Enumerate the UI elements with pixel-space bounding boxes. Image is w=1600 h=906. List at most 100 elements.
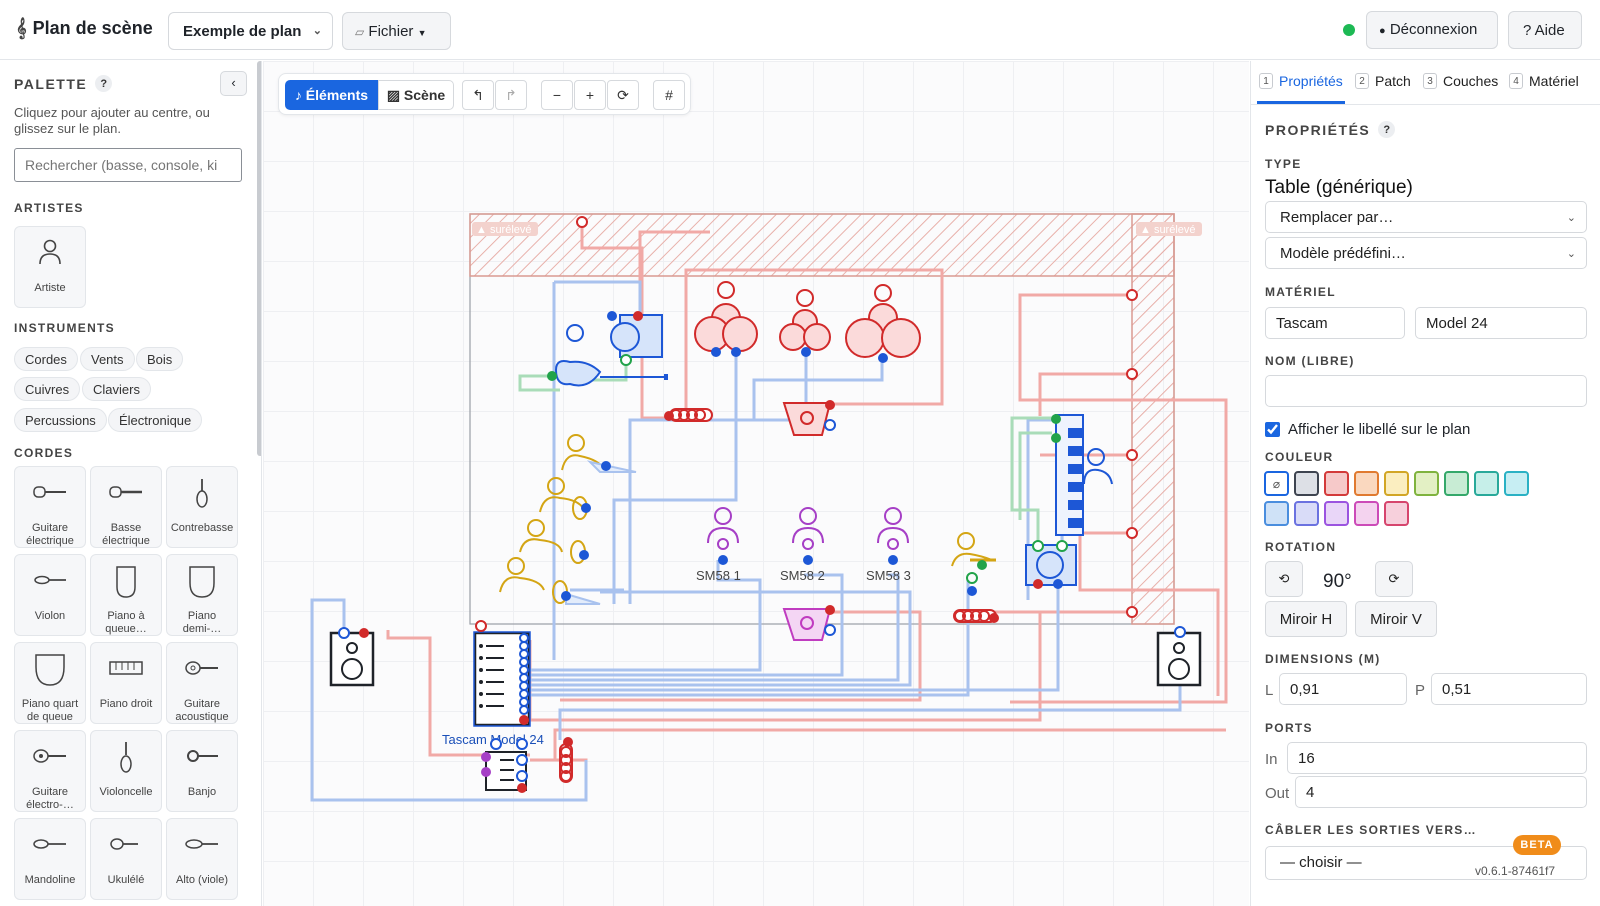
logout-label: Déconnexion	[1389, 21, 1478, 38]
logout-button[interactable]: ● Déconnexion	[1366, 11, 1498, 49]
stage-plan-drawing[interactable]: ▲ surélevé ▲ surélevé SM58 1 SM58 2 SM58…	[263, 61, 1249, 906]
scene-mode-button[interactable]: ▨ Scène	[378, 80, 454, 110]
wedge-monitor-2	[782, 605, 836, 641]
chip-electronique[interactable]: Électronique	[108, 408, 203, 432]
chip-bois[interactable]: Bois	[136, 347, 184, 371]
tile-label: Artiste	[34, 282, 66, 294]
show-label-option[interactable]: Afficher le libellé sur le plan	[1265, 421, 1470, 438]
chip-vents[interactable]: Vents	[80, 347, 135, 371]
color-label: COULEUR	[1265, 450, 1334, 464]
rotate-left-button[interactable]: ⟲	[1265, 561, 1303, 597]
ports-label: PORTS	[1265, 721, 1313, 735]
color-swatch-7[interactable]	[1474, 471, 1499, 496]
properties-panel: 1 Propriétés 2 Patch 3 Couches 4 Matérie…	[1250, 61, 1600, 906]
palette-scrollbar[interactable]	[257, 61, 261, 456]
ports-in-prefix: In	[1265, 751, 1278, 768]
show-label-checkbox[interactable]	[1265, 422, 1280, 437]
preset-model-select[interactable]: Modèle prédéfini… ⌄	[1265, 237, 1587, 269]
color-swatch-1[interactable]	[1294, 471, 1319, 496]
cable-reel-2	[953, 609, 999, 623]
color-swatch-3[interactable]	[1354, 471, 1379, 496]
color-swatch-9[interactable]	[1264, 501, 1289, 526]
color-swatch-12[interactable]	[1354, 501, 1379, 526]
tile-electric-bass[interactable]: Basse électrique	[90, 466, 162, 548]
chip-cordes[interactable]: Cordes	[14, 347, 78, 371]
drum-kit-3	[845, 284, 921, 363]
undo-button[interactable]: ↰	[462, 80, 494, 110]
ports-out-input[interactable]	[1295, 776, 1587, 808]
color-swatch-6[interactable]	[1444, 471, 1469, 496]
model-input[interactable]	[1415, 307, 1587, 339]
color-swatch-13[interactable]	[1384, 501, 1409, 526]
tile-grand-piano[interactable]: Piano à queue…	[90, 554, 162, 636]
mirror-v-button[interactable]: Miroir V	[1355, 601, 1437, 637]
color-swatch-5[interactable]	[1414, 471, 1439, 496]
app-brand: 𝄞 Plan de scène	[16, 18, 153, 39]
tab-patch[interactable]: 2 Patch	[1355, 73, 1411, 89]
tile-electric-guitar[interactable]: Guitare électrique	[14, 466, 86, 548]
app-title: Plan de scène	[32, 18, 153, 38]
file-menu-button[interactable]: ▱ Fichier ▼	[342, 12, 451, 50]
chip-percussions[interactable]: Percussions	[14, 408, 107, 432]
palette-search-input[interactable]	[14, 148, 242, 182]
tile-viola[interactable]: Alto (viole)	[166, 818, 238, 900]
show-label-text: Afficher le libellé sur le plan	[1288, 421, 1471, 438]
rotation-value: 90°	[1323, 571, 1352, 592]
mirror-h-button[interactable]: Miroir H	[1265, 601, 1347, 637]
rotate-right-button[interactable]: ⟳	[1375, 561, 1413, 597]
electro-acoustic-guitar-icon	[15, 741, 85, 771]
tile-acoustic-guitar[interactable]: Guitare acoustique	[166, 642, 238, 724]
zoom-out-button[interactable]: −	[541, 80, 573, 110]
stage-canvas[interactable]: ▲ surélevé ▲ surélevé SM58 1 SM58 2 SM58…	[263, 61, 1249, 906]
color-swatch-10[interactable]	[1294, 501, 1319, 526]
tile-label: Piano demi-…	[182, 610, 222, 635]
file-menu-label: Fichier	[368, 23, 414, 40]
tile-violin[interactable]: Violon	[14, 554, 86, 636]
reset-view-button[interactable]: ⟳	[607, 80, 639, 110]
tab-hardware[interactable]: 4 Matériel	[1509, 73, 1579, 89]
brand-input[interactable]	[1265, 307, 1405, 339]
color-swatch-none[interactable]: ⌀	[1264, 471, 1289, 496]
tab-layers[interactable]: 3 Couches	[1423, 73, 1498, 89]
tile-electro-acoustic-guitar[interactable]: Guitare électro-…	[14, 730, 86, 812]
ports-in-input[interactable]	[1287, 742, 1587, 774]
properties-help-button[interactable]: ?	[1378, 121, 1396, 138]
tile-quarter-grand-piano[interactable]: Piano quart de queue	[14, 642, 86, 724]
color-swatch-8[interactable]	[1504, 471, 1529, 496]
elements-mode-button[interactable]: ♪ Éléments	[285, 80, 378, 110]
tile-banjo[interactable]: Banjo	[166, 730, 238, 812]
collapse-palette-button[interactable]: ‹	[220, 71, 247, 96]
tab-properties[interactable]: 1 Propriétés	[1259, 73, 1343, 89]
vocalist-mic-2: SM58 2	[780, 507, 825, 583]
replace-with-select[interactable]: Remplacer par… ⌄	[1265, 201, 1587, 233]
drum-kit-2	[779, 289, 831, 357]
palette-help-button[interactable]: ?	[95, 75, 113, 92]
chip-cuivres[interactable]: Cuivres	[14, 377, 81, 401]
color-swatch-4[interactable]	[1384, 471, 1409, 496]
color-swatch-11[interactable]	[1324, 501, 1349, 526]
length-input[interactable]	[1279, 673, 1407, 705]
help-button[interactable]: ? Aide	[1508, 11, 1582, 49]
color-swatch-2[interactable]	[1324, 471, 1349, 496]
trumpet-player	[951, 532, 996, 596]
tile-upright-piano[interactable]: Piano droit	[90, 642, 162, 724]
tile-half-grand-piano[interactable]: Piano demi-…	[166, 554, 238, 636]
acoustic-guitar-icon	[167, 653, 237, 683]
tile-mandolin[interactable]: Mandoline	[14, 818, 86, 900]
tile-double-bass[interactable]: Contrebasse	[166, 466, 238, 548]
mic-label-1: SM58 1	[696, 568, 741, 583]
grid-toggle-button[interactable]: #	[653, 80, 685, 110]
tile-cello[interactable]: Violoncelle	[90, 730, 162, 812]
tile-artist[interactable]: Artiste	[14, 226, 86, 308]
chip-claviers[interactable]: Claviers	[82, 377, 151, 401]
free-name-input[interactable]	[1265, 375, 1587, 407]
caret-down-icon: ▼	[417, 28, 427, 38]
brass-player-1	[561, 434, 637, 473]
redo-button[interactable]: ↱	[495, 80, 527, 110]
zoom-in-button[interactable]: +	[574, 80, 606, 110]
depth-input[interactable]	[1431, 673, 1587, 705]
tile-ukulele[interactable]: Ukulélé	[90, 818, 162, 900]
cable-reel-3	[559, 737, 573, 783]
section-instruments-title: INSTRUMENTS	[14, 321, 115, 335]
plan-select[interactable]: Exemple de plan ⌄	[168, 12, 333, 50]
